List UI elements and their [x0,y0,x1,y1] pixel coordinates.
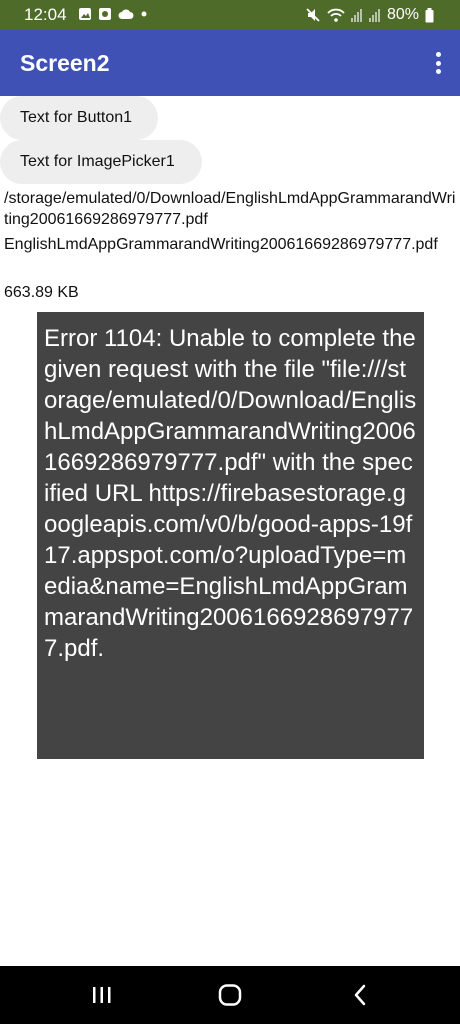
error-toast: Error 1104: Unable to complete the given… [37,312,424,759]
home-icon [218,984,242,1006]
status-system-icons: 80% [305,5,434,25]
menu-dot [435,60,441,66]
back-icon [354,984,366,1006]
file-size-label: 663.89 KB [4,284,79,301]
home-button[interactable] [210,980,250,1010]
navigation-bar [0,966,460,1024]
screen-title: Screen2 [20,50,110,76]
app-bar: Screen2 [0,30,460,96]
recents-button[interactable] [82,980,122,1010]
recents-icon [93,987,111,1003]
error-message: Error 1104: Unable to complete the given… [44,325,417,662]
status-notification-icons [78,7,148,21]
signal-icon [350,9,362,22]
menu-dot [435,69,441,74]
back-button[interactable] [340,980,380,1010]
file-name-label: EnglishLmdAppGrammarandWriting2006166928… [4,236,438,253]
status-time: 12:04 [24,5,67,24]
status-bar: 12:04 80% [0,0,460,30]
wifi-icon [327,8,345,22]
dot-icon [141,11,147,17]
battery-icon [425,7,434,22]
image-picker-button[interactable]: Text for ImagePicker1 [0,140,202,184]
signal-icon [368,9,380,22]
file-path-label: /storage/emulated/0/Download/EnglishLmdA… [4,190,456,228]
battery-percent: 80% [386,6,419,23]
more-vert-icon[interactable] [434,52,442,74]
button1[interactable]: Text for Button1 [0,96,158,140]
photo-icon [99,8,111,20]
menu-dot [435,52,441,57]
cloud-icon [118,9,134,19]
image-icon [79,8,91,20]
mute-icon [306,8,320,22]
